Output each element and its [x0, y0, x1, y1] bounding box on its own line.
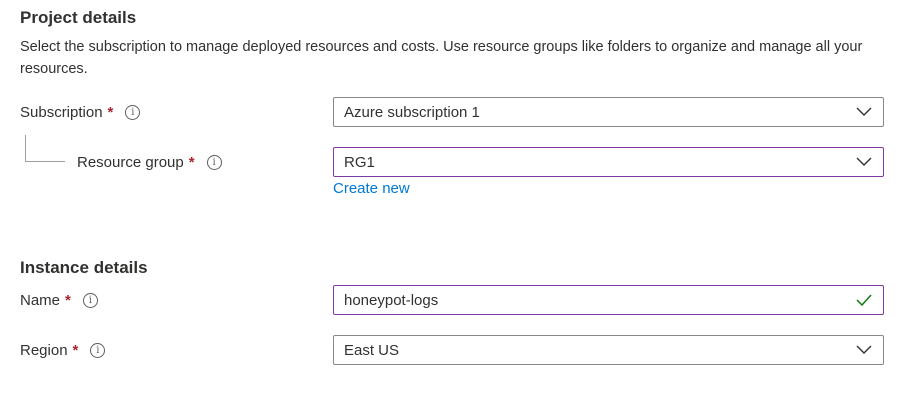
chevron-down-icon — [855, 106, 873, 118]
name-input[interactable]: honeypot-logs — [333, 285, 884, 315]
region-value: East US — [344, 341, 400, 359]
chevron-down-icon — [855, 156, 873, 168]
project-details-description: Select the subscription to manage deploy… — [20, 39, 863, 77]
resource-group-label-row: Resource group * i — [77, 147, 222, 177]
chevron-down-icon — [855, 344, 873, 356]
subscription-label: Subscription — [20, 103, 103, 121]
create-new-link[interactable]: Create new — [333, 180, 410, 197]
name-value: honeypot-logs — [344, 291, 439, 309]
subscription-value: Azure subscription 1 — [344, 103, 480, 121]
info-icon[interactable]: i — [125, 104, 141, 120]
info-icon[interactable]: i — [90, 342, 106, 358]
project-details-heading: Project details — [20, 8, 137, 27]
name-label-row: Name * i — [20, 285, 98, 315]
info-icon[interactable]: i — [206, 154, 222, 170]
checkmark-icon — [855, 294, 873, 306]
region-label-row: Region * i — [20, 335, 106, 365]
subscription-dropdown[interactable]: Azure subscription 1 — [333, 97, 884, 127]
resource-group-dropdown[interactable]: RG1 — [333, 147, 884, 177]
info-icon[interactable]: i — [82, 292, 98, 308]
subscription-label-row: Subscription * i — [20, 97, 141, 127]
region-label: Region — [20, 341, 68, 359]
resource-group-label: Resource group — [77, 153, 184, 171]
tree-connector-horizontal — [25, 161, 65, 162]
required-marker: * — [72, 341, 79, 359]
required-marker: * — [107, 103, 114, 121]
required-marker: * — [65, 291, 71, 309]
region-dropdown[interactable]: East US — [333, 335, 884, 365]
instance-details-heading: Instance details — [20, 258, 148, 277]
required-marker: * — [188, 153, 195, 171]
tree-connector-vertical — [25, 135, 26, 162]
name-label: Name — [20, 291, 61, 309]
resource-group-value: RG1 — [344, 153, 375, 171]
